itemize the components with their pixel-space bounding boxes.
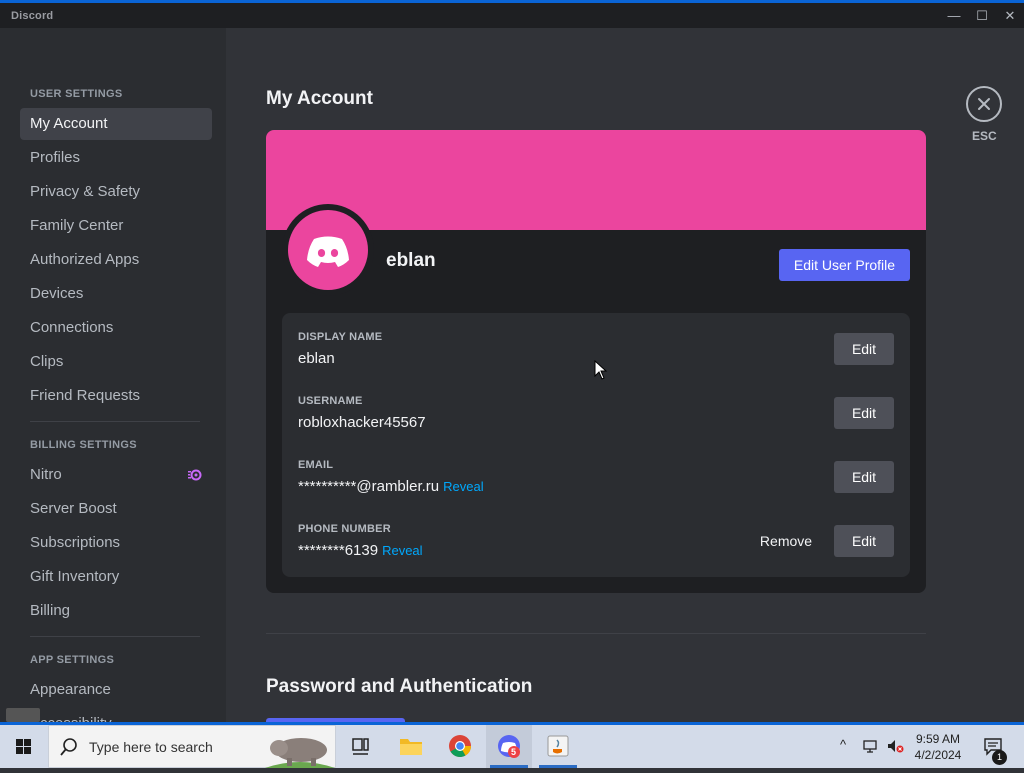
discord-icon bbox=[498, 735, 520, 758]
folder-icon bbox=[400, 739, 422, 755]
minimize-button[interactable]: — bbox=[940, 6, 968, 26]
discord-taskbar-button[interactable]: 5 bbox=[486, 725, 532, 768]
sidebar-item-family-center[interactable]: Family Center bbox=[20, 210, 212, 242]
profile-username: eblan bbox=[386, 250, 436, 271]
phone-number-label: PHONE NUMBER bbox=[298, 523, 391, 535]
email-value: **********@rambler.ru bbox=[298, 478, 440, 495]
email-label: EMAIL bbox=[298, 459, 334, 471]
settings-sidebar: USER SETTINGS My Account Profiles Privac… bbox=[0, 28, 226, 722]
phone-number-value: ********6139 bbox=[298, 542, 379, 559]
windows-logo-icon bbox=[16, 739, 31, 754]
sidebar-item-clips[interactable]: Clips bbox=[20, 346, 212, 378]
close-window-button[interactable]: ✕ bbox=[996, 6, 1024, 26]
maximize-button[interactable]: ☐ bbox=[968, 6, 996, 26]
sidebar-item-connections[interactable]: Connections bbox=[20, 312, 212, 344]
java-app-button[interactable] bbox=[535, 725, 581, 768]
windows-taskbar: Type here to search 5 ^ 9:59 AM 4/2/2024… bbox=[0, 722, 1024, 768]
tooltip bbox=[6, 708, 40, 722]
section-divider bbox=[266, 633, 926, 634]
close-settings-button[interactable] bbox=[966, 86, 1002, 122]
edit-user-profile-button[interactable]: Edit User Profile bbox=[779, 249, 910, 281]
reveal-phone-link[interactable]: Reveal bbox=[382, 543, 422, 558]
sidebar-item-devices[interactable]: Devices bbox=[20, 278, 212, 310]
sidebar-divider bbox=[30, 636, 200, 637]
taskbar-search[interactable]: Type here to search bbox=[48, 725, 336, 768]
sidebar-item-my-account[interactable]: My Account bbox=[20, 108, 212, 140]
discord-logo-icon bbox=[307, 236, 349, 267]
display-name-value: eblan bbox=[298, 350, 335, 367]
account-info-box: DISPLAY NAME eblan Edit USERNAME robloxh… bbox=[282, 313, 910, 577]
sidebar-item-accessibility[interactable]: Accessibility bbox=[20, 708, 212, 722]
sidebar-item-friend-requests[interactable]: Friend Requests bbox=[20, 380, 212, 412]
system-clock[interactable]: 9:59 AM 4/2/2024 bbox=[908, 731, 968, 763]
sidebar-item-profiles[interactable]: Profiles bbox=[20, 142, 212, 174]
phone-value-row: ********6139 Reveal bbox=[298, 542, 423, 559]
sidebar-item-nitro[interactable]: Nitro bbox=[20, 459, 212, 491]
chrome-icon bbox=[449, 735, 471, 757]
password-section-title: Password and Authentication bbox=[266, 676, 533, 697]
search-icon bbox=[60, 738, 77, 756]
sidebar-item-subscriptions[interactable]: Subscriptions bbox=[20, 527, 212, 559]
sidebar-item-nitro-label: Nitro bbox=[30, 466, 62, 483]
show-hidden-icons-button[interactable]: ^ bbox=[840, 737, 846, 752]
page-title: My Account bbox=[266, 88, 373, 109]
clock-time: 9:59 AM bbox=[915, 732, 961, 746]
display-name-label: DISPLAY NAME bbox=[298, 331, 383, 343]
sidebar-item-gift-inventory[interactable]: Gift Inventory bbox=[20, 561, 212, 593]
sidebar-item-appearance[interactable]: Appearance bbox=[20, 674, 212, 706]
sidebar-divider bbox=[30, 421, 200, 422]
hippo-icon bbox=[265, 738, 335, 768]
window-titlebar: Discord — ☐ ✕ bbox=[0, 0, 1024, 28]
mouse-cursor-icon bbox=[594, 360, 608, 380]
network-icon[interactable] bbox=[862, 738, 878, 754]
discord-notification-badge: 5 bbox=[511, 747, 517, 757]
chrome-button[interactable] bbox=[437, 725, 483, 768]
email-value-row: **********@rambler.ru Reveal bbox=[298, 478, 484, 495]
username-label: USERNAME bbox=[298, 395, 363, 407]
search-placeholder: Type here to search bbox=[89, 739, 213, 755]
esc-label: ESC bbox=[972, 129, 997, 143]
remove-phone-button[interactable]: Remove bbox=[752, 525, 820, 557]
close-icon bbox=[978, 98, 990, 110]
username-value: robloxhacker45567 bbox=[298, 414, 426, 431]
start-button[interactable] bbox=[0, 725, 48, 768]
edit-email-button[interactable]: Edit bbox=[834, 461, 894, 493]
edit-username-button[interactable]: Edit bbox=[834, 397, 894, 429]
edit-phone-button[interactable]: Edit bbox=[834, 525, 894, 557]
billing-settings-header: BILLING SETTINGS bbox=[30, 439, 137, 451]
sidebar-item-privacy-safety[interactable]: Privacy & Safety bbox=[20, 176, 212, 208]
sidebar-item-billing[interactable]: Billing bbox=[20, 595, 212, 627]
volume-muted-icon[interactable] bbox=[886, 738, 904, 754]
settings-content: My Account ESC eblan Edit User Profile D… bbox=[226, 28, 1024, 722]
nitro-icon bbox=[188, 469, 202, 481]
user-settings-header: USER SETTINGS bbox=[30, 88, 123, 100]
notification-count-badge: 1 bbox=[992, 750, 1007, 765]
task-view-button[interactable] bbox=[337, 725, 383, 768]
java-app-icon bbox=[547, 735, 569, 757]
reveal-email-link[interactable]: Reveal bbox=[443, 479, 483, 494]
sidebar-item-authorized-apps[interactable]: Authorized Apps bbox=[20, 244, 212, 276]
avatar[interactable] bbox=[288, 210, 368, 290]
app-title: Discord bbox=[11, 10, 54, 22]
edit-display-name-button[interactable]: Edit bbox=[834, 333, 894, 365]
task-view-icon bbox=[352, 738, 369, 755]
file-explorer-button[interactable] bbox=[388, 725, 434, 768]
app-settings-header: APP SETTINGS bbox=[30, 654, 115, 666]
clock-date: 4/2/2024 bbox=[914, 748, 962, 762]
sidebar-item-server-boost[interactable]: Server Boost bbox=[20, 493, 212, 525]
